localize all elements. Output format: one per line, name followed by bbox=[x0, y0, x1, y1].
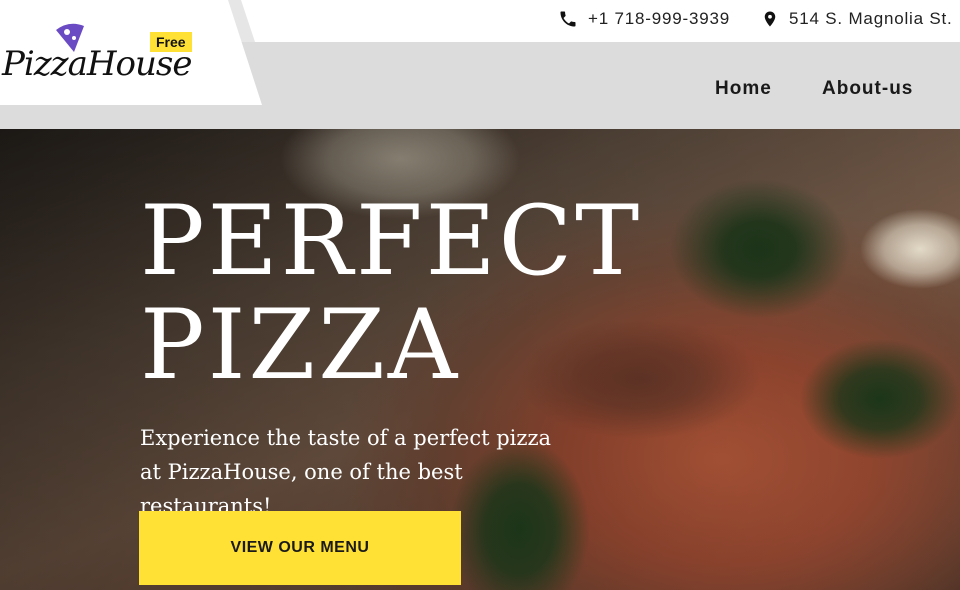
phone-icon bbox=[560, 11, 576, 27]
site-logo[interactable]: PizzaHouse Free bbox=[0, 14, 200, 94]
site-header: PizzaHouse Free +1 718-999-3939 514 S. M… bbox=[0, 0, 960, 129]
hero-title: PERFECT PIZZA bbox=[140, 189, 642, 397]
hero-title-line-2: PIZZA bbox=[140, 289, 461, 401]
hero-description: Experience the taste of a perfect pizza … bbox=[140, 426, 552, 518]
nav-about-us[interactable]: About-us bbox=[822, 78, 913, 100]
view-menu-button[interactable]: VIEW OUR MENU bbox=[139, 511, 461, 585]
address-text: 514 S. Magnolia St. bbox=[789, 9, 953, 28]
nav-home[interactable]: Home bbox=[715, 78, 772, 100]
contact-address[interactable]: 514 S. Magnolia St. bbox=[761, 8, 953, 30]
map-pin-icon bbox=[764, 11, 776, 27]
phone-number: +1 718-999-3939 bbox=[588, 9, 730, 28]
hero-section: PERFECT PIZZA Experience the taste of a … bbox=[0, 129, 960, 590]
contact-phone[interactable]: +1 718-999-3939 bbox=[558, 8, 730, 30]
hero-title-line-1: PERFECT bbox=[140, 185, 643, 297]
free-badge: Free bbox=[150, 32, 192, 52]
